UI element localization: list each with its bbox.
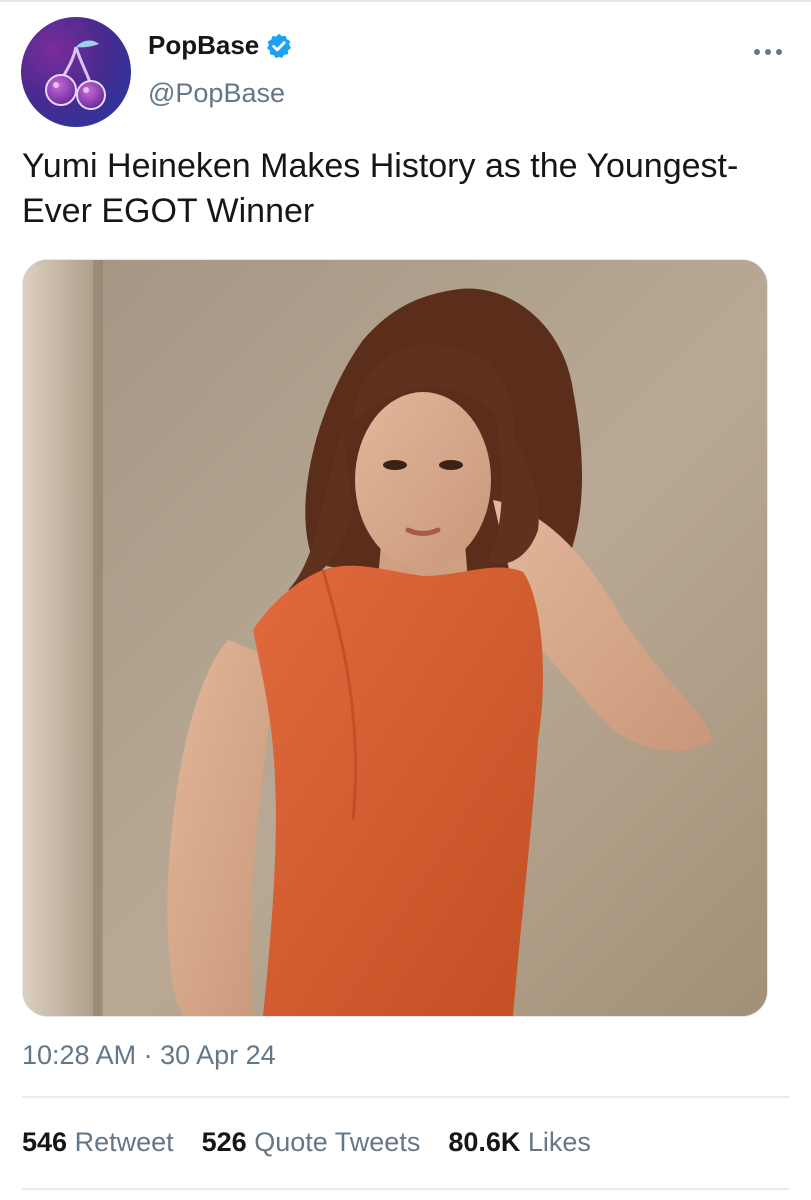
- cherry-icon: [45, 40, 106, 110]
- author-name-row: PopBase: [148, 30, 293, 61]
- likes-label: Likes: [527, 1127, 591, 1157]
- tweet-text: Yumi Heineken Makes History as the Young…: [22, 147, 739, 230]
- quote-tweets-count: 526: [201, 1127, 247, 1157]
- tweet-timestamp[interactable]: 10:28 AM · 30 Apr 24: [22, 1040, 276, 1071]
- more-options-icon[interactable]: [748, 40, 788, 64]
- quote-tweets-stat[interactable]: 526 Quote Tweets: [202, 1127, 421, 1158]
- retweets-stat[interactable]: 546 Retweet: [22, 1127, 174, 1158]
- photo-portrait: [23, 260, 767, 1016]
- stats-divider-top: [22, 1096, 789, 1098]
- retweets-count: 546: [22, 1127, 68, 1157]
- retweets-label: Retweet: [74, 1127, 174, 1157]
- likes-stat[interactable]: 80.6K Likes: [448, 1127, 591, 1158]
- author-display-name[interactable]: PopBase: [148, 30, 259, 61]
- tweet-photo[interactable]: [22, 259, 768, 1017]
- top-divider: [0, 0, 811, 2]
- verified-badge-icon: [267, 33, 292, 58]
- avatar[interactable]: [21, 17, 131, 127]
- quote-tweets-label: Quote Tweets: [254, 1127, 421, 1157]
- engagement-stats: 546 Retweet 526 Quote Tweets 80.6K Likes: [22, 1127, 619, 1158]
- stats-divider-bottom: [22, 1188, 789, 1190]
- author-handle[interactable]: @PopBase: [148, 78, 285, 109]
- likes-count: 80.6K: [448, 1127, 521, 1157]
